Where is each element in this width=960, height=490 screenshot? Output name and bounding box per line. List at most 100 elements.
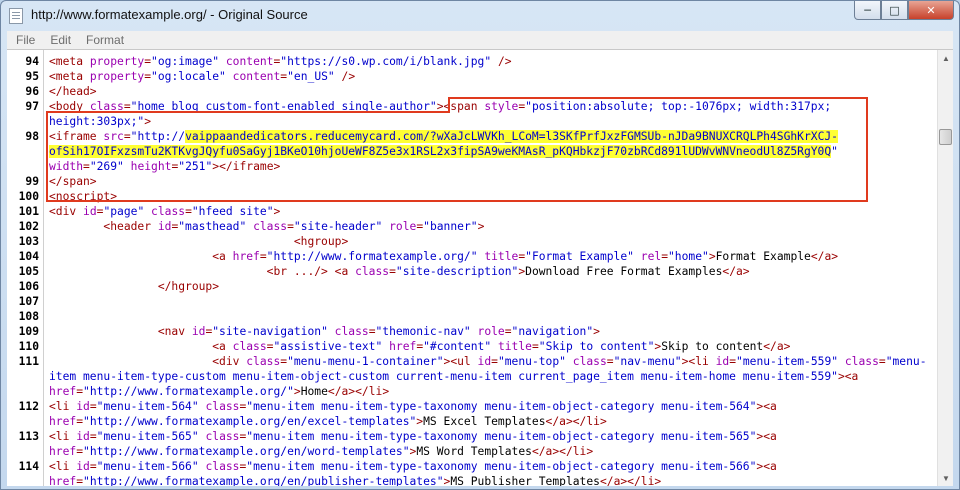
code-token: href [49,415,77,428]
code-token: </a></li> [599,475,662,486]
window-controls: ─ □ ✕ [854,1,954,21]
code-token: <nav [49,325,192,338]
code-token: property [89,55,145,68]
code-token: id [191,325,206,338]
vertical-scrollbar[interactable]: ▲ ▼ [937,50,953,486]
code-token: > [477,220,485,233]
maximize-button[interactable]: □ [881,1,908,20]
code-token: <div [49,205,84,218]
code-token: = [491,355,498,368]
menu-file[interactable]: File [16,33,35,47]
code-token: <li [49,400,77,413]
line-source: <nav id="site-navigation" class="themoni… [49,324,600,339]
line-source: href="http://www.formatexample.org/en/ex… [49,414,607,429]
code-token: title [491,340,532,353]
line-number: 103 [18,235,39,248]
code-token: "home" [668,250,709,263]
code-token: class [838,355,879,368]
code-token: "assistive-text" [273,340,383,353]
code-token: role [470,325,505,338]
line-number: 106 [18,280,39,293]
source-code-view[interactable]: 94 <meta property="og:image" content="htt… [7,49,953,486]
code-line: href="http://www.formatexample.org/en/wo… [7,444,937,459]
code-token: ><ul [443,355,478,368]
line-number: 105 [18,265,39,278]
document-icon [9,8,23,24]
code-line: 110 <a class="assistive-text" href="#con… [7,339,937,354]
code-token: class [198,460,240,473]
code-token: href [49,475,77,486]
code-token: id [477,355,492,368]
code-token: "hfeed site" [191,205,274,218]
code-token: id [76,400,90,413]
window-title: http://www.formatexample.org/ - Original… [31,7,308,22]
code-token: </a></li> [545,415,607,428]
line-number: 98 [25,130,39,143]
code-token: href [49,385,77,398]
code-token: = [185,205,192,218]
line-source: <li id="menu-item-566" class="menu-item … [49,459,777,474]
code-token: content [219,55,274,68]
code-token: id [76,430,90,443]
line-number: 113 [18,430,39,443]
line-number: 112 [18,400,39,413]
code-token: "http://www.formatexample.org/" [266,250,478,263]
code-token: "menu-item-559" [736,355,839,368]
code-token: </a> [763,340,791,353]
code-token: "http://www.formatexample.org/en/excel-t… [83,415,417,428]
source-window: http://www.formatexample.org/ - Original… [0,0,960,490]
code-token: = [76,445,84,458]
minimize-button[interactable]: ─ [854,1,881,20]
code-token: "menu-item-565" [96,430,199,443]
minimize-icon: ─ [864,3,871,17]
code-token: </a> [810,250,839,263]
code-token: = [259,250,267,263]
close-button[interactable]: ✕ [908,1,954,20]
code-token: <li [49,430,77,443]
code-token: = [368,325,376,338]
menu-format[interactable]: Format [86,33,124,47]
code-line: 102 <header id="masthead" class="site-he… [7,219,937,234]
code-line: 105 <br .../> <a class="site-description… [7,264,937,279]
code-token: ><a [837,370,859,383]
code-token: <br .../> <a [49,265,356,278]
line-source: </hgroup> [49,279,219,294]
code-token: </head> [49,85,97,98]
line-number: 102 [18,220,39,233]
code-token: content [225,70,281,83]
code-token: ><li [681,355,716,368]
code-token: > [273,205,281,218]
code-token: ><a [756,460,777,473]
code-token: <hgroup> [49,235,349,248]
code-token: "menu-menu-1-container" [287,355,444,368]
scroll-up-arrow-icon[interactable]: ▲ [938,50,953,66]
menu-edit[interactable]: Edit [50,33,71,47]
code-token: </a></li> [327,385,390,398]
scrollbar-thumb[interactable] [939,129,952,145]
code-line: 107 [7,294,937,309]
code-token: = [531,340,539,353]
code-token: = [661,250,668,263]
code-token: </a> [722,265,750,278]
scroll-down-arrow-icon[interactable]: ▼ [938,470,953,486]
line-source: <div id="page" class="hfeed site"> [49,204,280,219]
code-token: = [606,355,614,368]
code-token: = [504,325,512,338]
title-bar[interactable]: http://www.formatexample.org/ - Original… [1,1,959,31]
line-source: <header id="masthead" class="site-header… [49,219,484,234]
code-line: item menu-item-type-custom menu-item-obj… [7,369,937,384]
code-token: class [246,220,288,233]
line-number: 104 [18,250,39,263]
code-token: "menu-item menu-item-type-taxonomy menu-… [246,430,757,443]
code-token: Skip to content [661,340,764,353]
code-token: <a [49,250,233,263]
line-number: 97 [25,100,39,113]
line-source: <a class="assistive-text" href="#content… [49,339,790,354]
code-token: "menu- [885,355,927,368]
code-token: class [144,205,186,218]
code-token: "banner" [423,220,478,233]
code-token: class [232,340,267,353]
code-token: "nav-menu" [613,355,682,368]
code-token: = [389,265,396,278]
line-number: 114 [18,460,39,473]
